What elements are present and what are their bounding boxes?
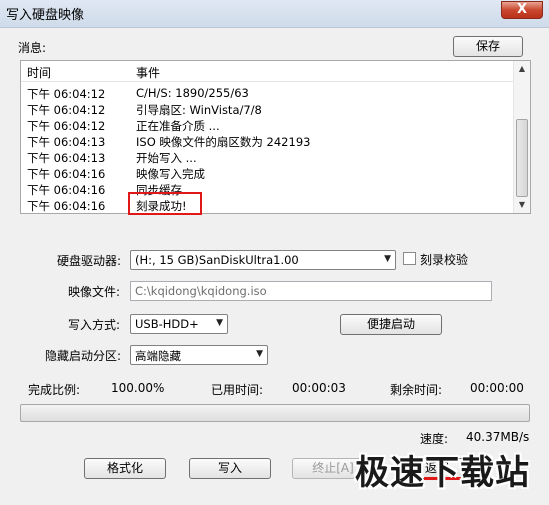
log-event: C/H/S: 1890/255/63 [136,86,249,100]
image-file-label: 映像文件: [68,285,121,299]
drive-select[interactable]: (H:, 15 GB)SanDiskUltra1.00 ▼ [130,250,396,270]
log-row: 下午 06:04:12 C/H/S: 1890/255/63 [21,86,515,102]
log-event: ISO 映像文件的扇区数为 242193 [136,135,311,149]
log-event: 映像写入完成 [136,167,205,181]
log-time: 下午 06:04:16 [27,199,106,213]
speed-value: 40.37MB/s [466,430,530,444]
verify-label: 刻录校验 [420,253,469,267]
elapsed-value: 00:00:03 [292,381,346,395]
log-time: 下午 06:04:16 [27,183,106,197]
chevron-down-icon: ▼ [384,254,391,264]
scroll-down-icon[interactable]: ▼ [514,197,530,213]
log-row: 下午 06:04:16 映像写入完成 [21,166,515,182]
window-title: 写入硬盘映像 [6,8,85,23]
log-time: 下午 06:04:12 [27,119,106,133]
log-time: 下午 06:04:13 [27,135,106,149]
write-button[interactable]: 写入 [189,458,271,479]
percent-value: 100.00% [111,381,165,395]
format-button[interactable]: 格式化 [84,458,166,479]
log-scrollbar[interactable]: ▲ ▼ [513,61,530,213]
chevron-down-icon: ▼ [256,349,263,359]
verify-checkbox[interactable] [403,252,416,265]
log-row: 下午 06:04:12 正在准备介质 ... [21,118,515,134]
log-time: 下午 06:04:16 [27,167,106,181]
hidden-partition-value: 高端隐藏 [135,349,181,363]
watermark-logo: 极速下载站 [355,453,530,493]
remaining-value: 00:00:00 [470,381,524,395]
remaining-label: 剩余时间: [390,383,443,397]
log-time: 下午 06:04:12 [27,103,106,117]
log-row: 下午 06:04:16 刻录成功! [21,198,515,214]
column-header-event[interactable]: 事件 [136,64,160,81]
quick-boot-button[interactable]: 便捷启动 [340,314,442,335]
log-row: 下午 06:04:13 开始写入 ... [21,150,515,166]
hidden-partition-select[interactable]: 高端隐藏 ▼ [130,345,268,365]
log-header: 时间 事件 [21,61,515,82]
image-file-field[interactable]: C:\kqidong\kqidong.iso [130,281,492,301]
messages-label: 消息: [18,41,47,55]
log-event: 正在准备介质 ... [136,119,220,133]
image-file-value: C:\kqidong\kqidong.iso [135,284,267,298]
scrollbar-thumb[interactable] [516,119,528,197]
elapsed-label: 已用时间: [211,383,264,397]
message-log[interactable]: 时间 事件 下午 06:04:12 C/H/S: 1890/255/63 下午 … [20,60,531,214]
chevron-down-icon: ▼ [216,318,223,328]
write-mode-value: USB-HDD+ [135,317,199,331]
success-highlight-box [128,192,202,215]
save-button[interactable]: 保存 [453,36,523,57]
drive-select-value: (H:, 15 GB)SanDiskUltra1.00 [135,253,299,267]
drive-label: 硬盘驱动器: [57,254,122,268]
progress-bar [20,404,530,422]
log-event: 开始写入 ... [136,151,197,165]
log-event: 引导扇区: WinVista/7/8 [136,103,262,117]
log-row: 下午 06:04:12 引导扇区: WinVista/7/8 [21,102,515,118]
log-row: 下午 06:04:13 ISO 映像文件的扇区数为 242193 [21,134,515,150]
close-button[interactable]: X [501,1,543,19]
title-bar: 写入硬盘映像 X [0,0,549,28]
percent-label: 完成比例: [28,383,81,397]
log-row: 下午 06:04:16 同步缓存 ... [21,182,515,198]
hidden-partition-label: 隐藏启动分区: [45,349,122,363]
write-mode-label: 写入方式: [68,318,121,332]
log-time: 下午 06:04:13 [27,151,106,165]
write-mode-select[interactable]: USB-HDD+ ▼ [130,314,228,334]
close-icon: X [516,2,528,17]
column-header-time[interactable]: 时间 [27,64,51,81]
log-time: 下午 06:04:12 [27,87,106,101]
scroll-up-icon[interactable]: ▲ [514,61,530,77]
